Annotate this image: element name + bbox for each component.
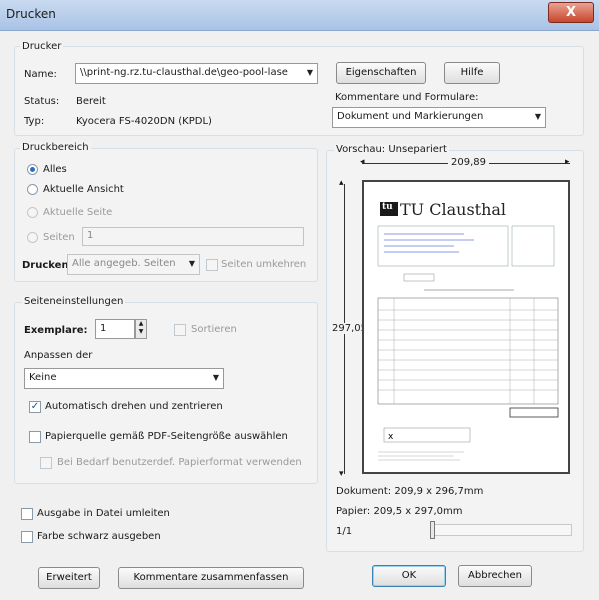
reverse-pages-label: Seiten umkehren (221, 259, 307, 270)
radio-pages[interactable] (27, 232, 38, 243)
custom-paper-label: Bei Bedarf benutzerdef. Papierformat ver… (57, 457, 302, 468)
form-box-right (511, 225, 555, 267)
width-value: 209,89 (448, 157, 489, 168)
print-to-file-checkbox[interactable] (21, 508, 33, 520)
radio-all-label: Alles (43, 164, 67, 175)
print-to-file-label: Ausgabe in Datei umleiten (37, 508, 170, 519)
chevron-down-icon: ▼ (306, 68, 313, 77)
radio-current-view-label: Aktuelle Ansicht (43, 184, 124, 195)
custom-paper-checkbox[interactable] (40, 457, 52, 469)
advanced-button[interactable]: Erweitert (38, 567, 100, 589)
status-label: Status: (24, 96, 60, 107)
auto-rotate-checkbox[interactable]: ✓ (29, 401, 41, 413)
printer-group-label: Drucker (20, 41, 64, 52)
page-slider-track[interactable] (430, 524, 572, 536)
copies-stepper[interactable]: 1 (95, 319, 135, 339)
title-bar (0, 0, 599, 31)
logo-text: TU Clausthal (400, 200, 507, 219)
paper-size: Papier: 209,5 x 297,0mm (336, 506, 463, 517)
print-subset-value: Alle angegeb. Seiten (72, 258, 176, 269)
copies-value: 1 (100, 323, 107, 334)
print-subset-select[interactable]: Alle angegeb. Seiten ▼ (67, 254, 200, 275)
radio-pages-label: Seiten (43, 232, 75, 243)
status-value: Bereit (76, 96, 106, 107)
type-value: Kyocera FS-4020DN (KPDL) (76, 116, 212, 127)
comments-forms-label: Kommentare und Formulare: (335, 92, 479, 103)
radio-current-page[interactable] (27, 207, 38, 218)
name-label: Name: (24, 69, 57, 80)
collate-checkbox[interactable] (174, 324, 186, 336)
item-table (377, 297, 559, 405)
radio-all[interactable] (27, 164, 38, 175)
cancel-button[interactable]: Abbrechen (458, 565, 532, 587)
height-arrow-down-icon: ▾ (339, 469, 344, 479)
summarize-comments-button[interactable]: Kommentare zusammenfassen (118, 567, 304, 589)
printer-name-select[interactable]: \\print-ng.rz.tu-clausthal.de\geo-pool-l… (75, 63, 318, 84)
comments-forms-select[interactable]: Dokument und Markierungen ▼ (332, 107, 546, 128)
preview-page: x tu TU Clausthal (362, 180, 570, 474)
comments-forms-value: Dokument und Markierungen (337, 111, 484, 122)
window-title: Drucken (6, 7, 56, 21)
scale-select[interactable]: Keine ▼ (24, 368, 224, 389)
grayscale-label: Farbe schwarz ausgeben (37, 531, 161, 542)
scale-label: Anpassen der (24, 350, 93, 361)
properties-button[interactable]: Eigenschaften (336, 62, 426, 84)
preview-label: Vorschau: Unsepariert (334, 144, 449, 155)
paper-source-checkbox[interactable] (29, 431, 41, 443)
item-table-rows (378, 298, 558, 404)
chevron-down-icon: ▼ (534, 112, 541, 121)
paper-source-label: Papierquelle gemäß PDF-Seitengröße auswä… (45, 431, 288, 442)
pages-input[interactable]: 1 (82, 227, 304, 246)
page-setup-label: Seiteneinstellungen (22, 296, 126, 307)
logo-badge: tu (382, 202, 393, 212)
field-box (403, 273, 435, 282)
help-button[interactable]: Hilfe (444, 62, 500, 84)
document-size: Dokument: 209,9 x 296,7mm (336, 486, 484, 497)
collate-label: Sortieren (191, 324, 237, 335)
reverse-pages-checkbox[interactable] (206, 259, 218, 271)
width-arrow-right-icon: ▸ (565, 157, 570, 167)
pages-input-value: 1 (87, 230, 94, 241)
copies-label: Exemplare: (24, 325, 88, 336)
spin-up-icon[interactable]: ▲ (136, 320, 146, 328)
auto-rotate-label: Automatisch drehen und zentrieren (45, 401, 223, 412)
signature-box (383, 427, 471, 443)
page-counter: 1/1 (336, 526, 353, 537)
page-slider-thumb[interactable] (430, 521, 435, 539)
ok-button[interactable]: OK (372, 565, 446, 587)
height-arrow-up-icon: ▴ (339, 178, 344, 188)
type-label: Typ: (24, 116, 45, 127)
radio-current-page-label: Aktuelle Seite (43, 207, 113, 218)
footer-lines (378, 451, 464, 461)
copies-spinner[interactable]: ▲ ▼ (135, 319, 147, 339)
scale-value: Keine (29, 372, 57, 383)
signature-x: x (388, 432, 394, 442)
width-arrow-left-icon: ◂ (360, 157, 365, 167)
print-range-label: Druckbereich (20, 142, 91, 153)
preview-document: x (377, 202, 559, 461)
total-box (509, 407, 559, 418)
print-subset-label: Drucken: (22, 260, 73, 271)
radio-current-view[interactable] (27, 184, 38, 195)
grayscale-checkbox[interactable] (21, 531, 33, 543)
close-button[interactable]: X (548, 2, 594, 23)
printer-name-value: \\print-ng.rz.tu-clausthal.de\geo-pool-l… (80, 67, 288, 78)
chevron-down-icon: ▼ (212, 373, 219, 382)
chevron-down-icon: ▼ (188, 259, 195, 268)
spin-down-icon[interactable]: ▼ (136, 328, 146, 336)
